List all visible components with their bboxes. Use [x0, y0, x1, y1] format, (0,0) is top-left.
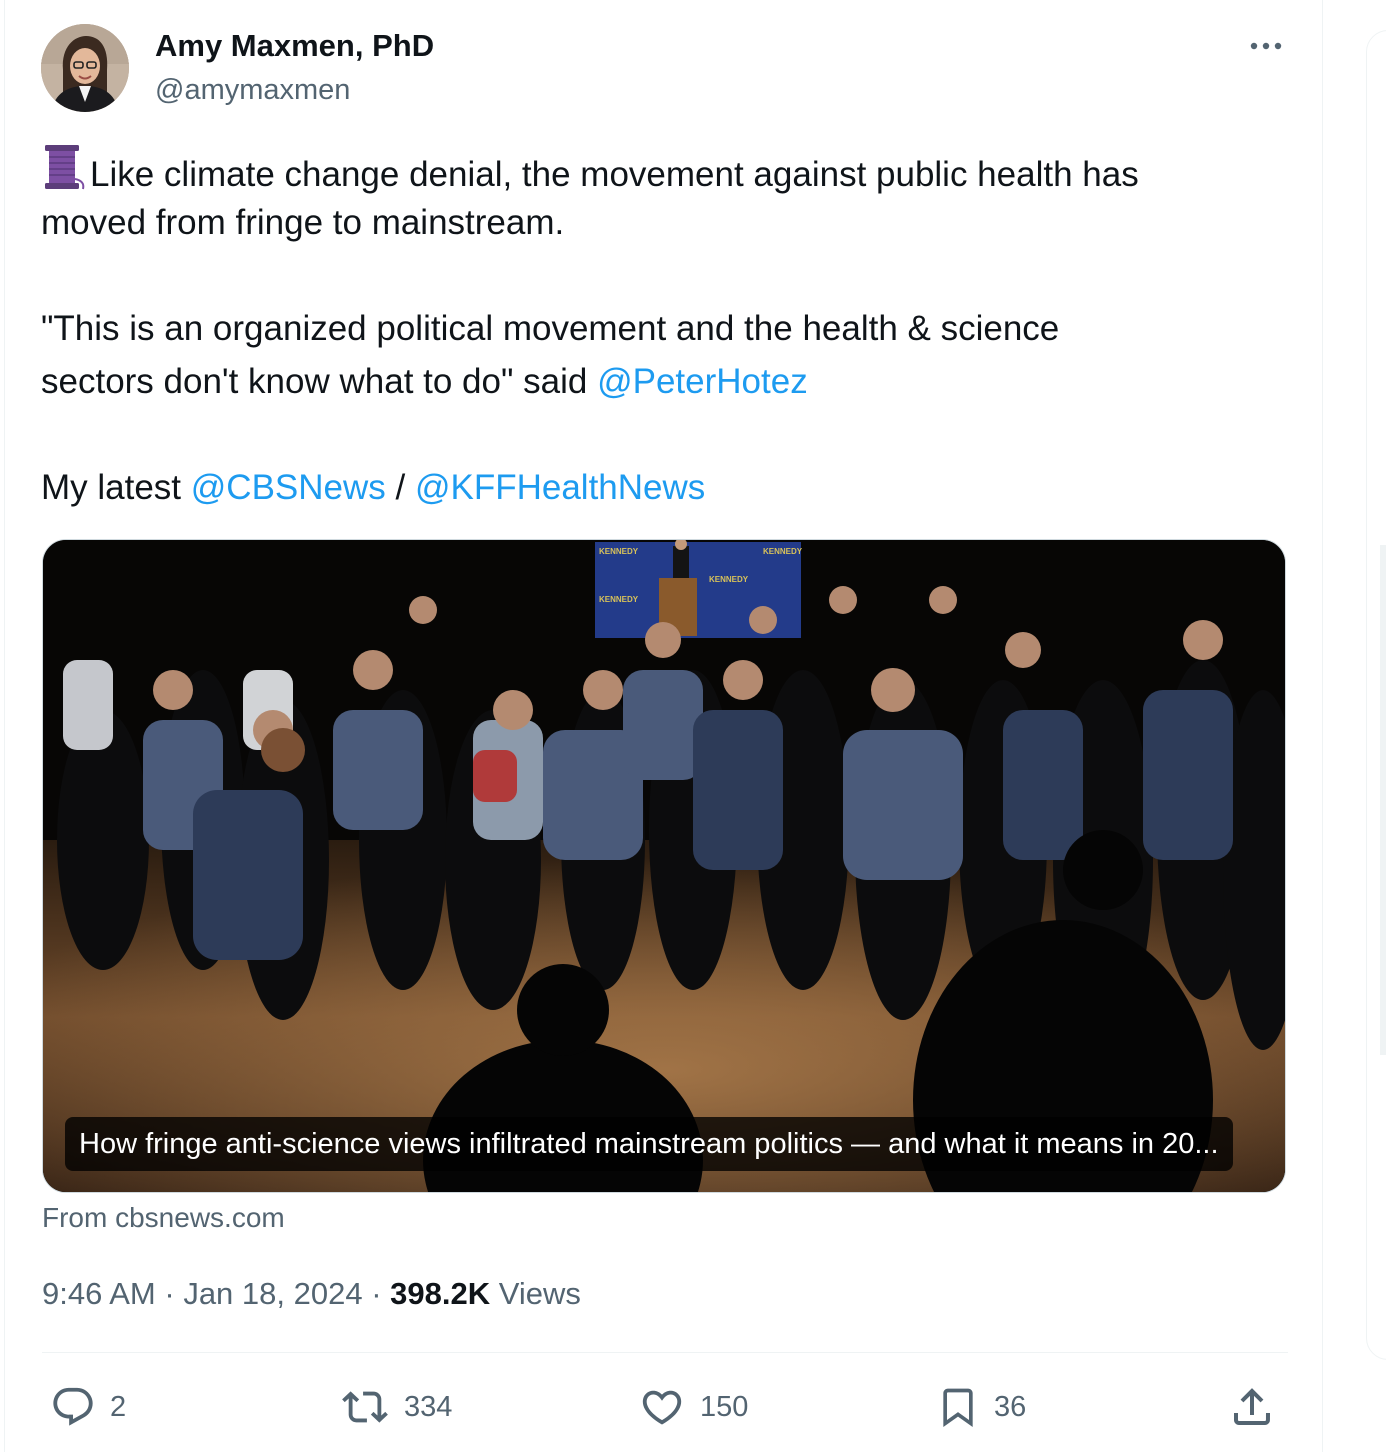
repost-button[interactable]: 334	[340, 1380, 452, 1434]
mention-kffhealthnews[interactable]: @KFFHealthNews	[415, 468, 705, 507]
link-card-image[interactable]: KENNEDY KENNEDY KENNEDY KENNEDY How frin…	[42, 539, 1286, 1193]
tweet-line-4-text: sectors don't know what to do" said	[41, 362, 598, 401]
card-caption: How fringe anti-science views infiltrate…	[65, 1117, 1233, 1171]
reply-icon	[53, 1387, 93, 1426]
tweet-line-3: "This is an organized political movement…	[41, 309, 1060, 348]
more-icon	[1250, 42, 1282, 50]
tweet-line: Like climate change denial, the movement…	[41, 143, 1291, 196]
sidebar-scrollbar[interactable]	[1380, 545, 1386, 1055]
like-button[interactable]: 150	[638, 1380, 748, 1434]
bookmark-button[interactable]: 36	[936, 1380, 1026, 1434]
reply-button[interactable]: 2	[50, 1380, 126, 1434]
tweet-date[interactable]: Jan 18, 2024	[183, 1276, 362, 1311]
bookmark-icon	[943, 1388, 973, 1428]
mention-separator: /	[385, 468, 415, 507]
tweet-line-5: My latest @CBSNews / @KFFHealthNews	[41, 461, 1291, 514]
repost-icon	[342, 1391, 388, 1423]
tweet-detail-view: Amy Maxmen, PhD @amymaxmen Like climate …	[0, 0, 1386, 1452]
tweet-line-4: sectors don't know what to do" said @Pet…	[41, 355, 1291, 408]
meta-separator: ·	[362, 1276, 391, 1311]
reply-count: 2	[110, 1391, 127, 1423]
share-button[interactable]	[1228, 1380, 1276, 1434]
tweet-line-2: moved from fringe to mainstream.	[41, 203, 565, 242]
author-handle[interactable]: @amymaxmen	[155, 72, 350, 108]
repost-count: 334	[404, 1391, 453, 1423]
banner-text: KENNEDY	[709, 575, 749, 584]
banner-text: KENNEDY	[599, 547, 639, 556]
views-label: Views	[490, 1276, 581, 1311]
more-options-button[interactable]	[1240, 28, 1292, 64]
divider	[42, 1352, 1288, 1353]
tweet-line-5-text: My latest	[41, 468, 191, 507]
share-icon	[1234, 1388, 1270, 1425]
card-source[interactable]: From cbsnews.com	[42, 1200, 285, 1236]
column-border-right	[1322, 0, 1323, 1452]
tweet-meta: 9:46 AM · Jan 18, 2024 · 398.2K Views	[42, 1274, 581, 1314]
like-count: 150	[700, 1391, 749, 1423]
mention-peterhotez[interactable]: @PeterHotez	[597, 362, 808, 401]
tweet-line-1: Like climate change denial, the movement…	[90, 155, 1139, 194]
like-icon	[642, 1390, 682, 1425]
tweet-text: Like climate change denial, the movement…	[41, 143, 1291, 514]
banner-text: KENNEDY	[763, 547, 803, 556]
tweet-time[interactable]: 9:46 AM	[42, 1276, 156, 1311]
rally-crowd-photo: KENNEDY KENNEDY KENNEDY KENNEDY	[43, 540, 1285, 1192]
author-name[interactable]: Amy Maxmen, PhD	[155, 28, 434, 64]
views-count: 398.2K	[390, 1276, 491, 1311]
avatar[interactable]	[41, 24, 129, 112]
bookmark-count: 36	[994, 1391, 1027, 1423]
banner-text: KENNEDY	[599, 595, 639, 604]
mention-cbsnews[interactable]: @CBSNews	[191, 468, 386, 507]
column-border-left	[4, 0, 5, 1452]
meta-separator: ·	[155, 1276, 184, 1311]
